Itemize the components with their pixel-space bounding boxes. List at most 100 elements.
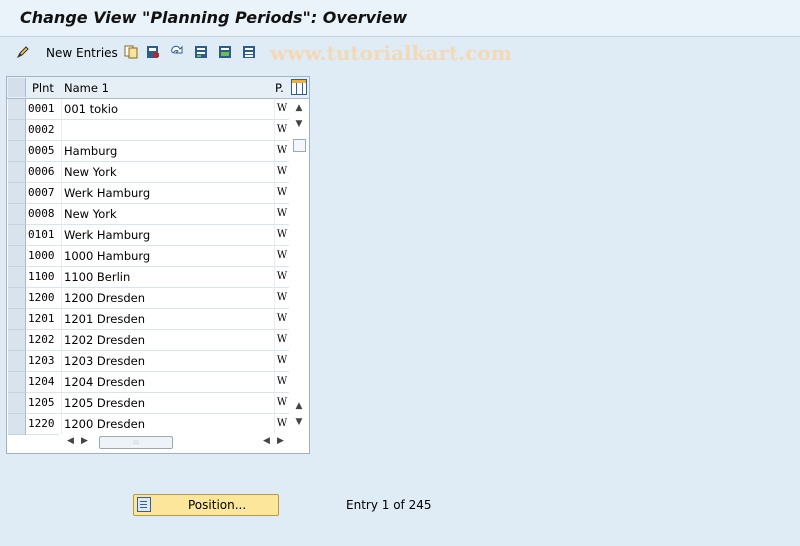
name-cell[interactable]: 1205 Dresden	[61, 393, 276, 414]
horizontal-scroll-thumb[interactable]: :::	[99, 436, 173, 449]
scroll-down-icon[interactable]: ▼	[294, 119, 304, 129]
table-row[interactable]: 1201 1201 Dresden W	[7, 309, 291, 330]
name-cell[interactable]: 1201 Dresden	[61, 309, 276, 330]
plant-cell: 1204	[26, 372, 61, 393]
position-button[interactable]: Position...	[133, 494, 279, 516]
table-row[interactable]: 0005 Hamburg W	[7, 141, 291, 162]
row-selector[interactable]	[8, 204, 26, 225]
period-cell[interactable]: W	[274, 393, 289, 414]
row-selector[interactable]	[8, 162, 26, 183]
name-cell[interactable]: 1203 Dresden	[61, 351, 276, 372]
copy-icon[interactable]	[124, 45, 138, 59]
plant-cell: 0006	[26, 162, 61, 183]
scroll-left-icon[interactable]: ◀	[67, 436, 74, 446]
table-row[interactable]: 0008 New York W	[7, 204, 291, 225]
name-cell[interactable]: 1000 Hamburg	[61, 246, 276, 267]
plant-cell: 0008	[26, 204, 61, 225]
deselect-all-icon[interactable]	[242, 45, 256, 59]
name-cell[interactable]: Werk Hamburg	[61, 225, 276, 246]
name-cell[interactable]: 1200 Dresden	[61, 414, 276, 435]
period-cell[interactable]: W	[274, 246, 289, 267]
column-header-period[interactable]: P.	[275, 81, 284, 95]
row-selector[interactable]	[8, 183, 26, 204]
select-all-rows-cell[interactable]	[8, 78, 26, 97]
period-cell[interactable]: W	[274, 141, 289, 162]
table-row[interactable]: 1204 1204 Dresden W	[7, 372, 291, 393]
name-cell[interactable]: 1204 Dresden	[61, 372, 276, 393]
table-row[interactable]: 1202 1202 Dresden W	[7, 330, 291, 351]
page-down-icon[interactable]: ▼	[294, 417, 304, 427]
select-block-icon[interactable]	[218, 45, 232, 59]
name-cell[interactable]: Hamburg	[61, 141, 276, 162]
name-cell[interactable]: New York	[61, 162, 276, 183]
plant-cell: 1201	[26, 309, 61, 330]
period-cell[interactable]: W	[274, 288, 289, 309]
period-cell[interactable]: W	[274, 351, 289, 372]
edit-pencil-icon[interactable]	[16, 45, 30, 59]
row-selector[interactable]	[8, 99, 26, 120]
table-row[interactable]: 1203 1203 Dresden W	[7, 351, 291, 372]
table-row[interactable]: 1205 1205 Dresden W	[7, 393, 291, 414]
horizontal-scrollbar[interactable]: ◀ ▶ ::: ◀ ▶	[59, 434, 291, 450]
period-cell[interactable]: W	[274, 330, 289, 351]
row-selector[interactable]	[8, 330, 26, 351]
table-row[interactable]: 0007 Werk Hamburg W	[7, 183, 291, 204]
plant-cell: 1202	[26, 330, 61, 351]
scroll-right-icon[interactable]: ▶	[81, 436, 88, 446]
period-cell[interactable]: W	[274, 309, 289, 330]
planning-periods-table: Plnt Name 1 P. 0001 001 tokio W 0002 W 0005 Ha…	[6, 76, 310, 454]
name-cell[interactable]: 1100 Berlin	[61, 267, 276, 288]
period-cell[interactable]: W	[274, 162, 289, 183]
column-scroll-right-icon[interactable]: ▶	[277, 436, 284, 446]
period-cell[interactable]: W	[274, 267, 289, 288]
row-selector[interactable]	[8, 288, 26, 309]
table-row[interactable]: 1100 1100 Berlin W	[7, 267, 291, 288]
table-row[interactable]: 1220 1200 Dresden W	[7, 414, 291, 435]
row-selector[interactable]	[8, 141, 26, 162]
period-cell[interactable]: W	[274, 204, 289, 225]
page-up-icon[interactable]: ▲	[294, 401, 304, 411]
row-selector[interactable]	[8, 372, 26, 393]
name-cell[interactable]: New York	[61, 204, 276, 225]
name-cell[interactable]	[61, 120, 276, 141]
table-settings-icon[interactable]	[291, 79, 307, 95]
table-row[interactable]: 0006 New York W	[7, 162, 291, 183]
undo-icon[interactable]	[170, 45, 184, 59]
name-cell[interactable]: 001 tokio	[61, 99, 276, 120]
table-row[interactable]: 1200 1200 Dresden W	[7, 288, 291, 309]
plant-cell: 1220	[26, 414, 61, 435]
column-header-plnt[interactable]: Plnt	[32, 81, 54, 95]
table-row[interactable]: 0002 W	[7, 120, 291, 141]
period-cell[interactable]: W	[274, 99, 289, 120]
select-all-icon[interactable]	[194, 45, 208, 59]
table-row[interactable]: 0001 001 tokio W	[7, 99, 291, 120]
table-row[interactable]: 1000 1000 Hamburg W	[7, 246, 291, 267]
name-cell[interactable]: 1202 Dresden	[61, 330, 276, 351]
period-cell[interactable]: W	[274, 372, 289, 393]
name-cell[interactable]: 1200 Dresden	[61, 288, 276, 309]
row-selector[interactable]	[8, 309, 26, 330]
row-selector[interactable]	[8, 120, 26, 141]
delete-icon[interactable]	[146, 45, 160, 59]
row-selector[interactable]	[8, 414, 26, 435]
column-header-name[interactable]: Name 1	[64, 81, 109, 95]
table-row[interactable]: 0101 Werk Hamburg W	[7, 225, 291, 246]
vertical-scrollbar[interactable]: ▲ ▼ ▲ ▼	[291, 99, 307, 433]
row-selector[interactable]	[8, 267, 26, 288]
row-selector[interactable]	[8, 246, 26, 267]
period-cell[interactable]: W	[274, 183, 289, 204]
scroll-thumb[interactable]	[293, 139, 306, 152]
entry-count: Entry 1 of 245	[346, 498, 432, 512]
period-cell[interactable]: W	[274, 414, 289, 435]
row-selector[interactable]	[8, 393, 26, 414]
column-scroll-left-icon[interactable]: ◀	[263, 436, 270, 446]
new-entries-button[interactable]: New Entries	[46, 46, 118, 60]
name-cell[interactable]: Werk Hamburg	[61, 183, 276, 204]
row-selector[interactable]	[8, 351, 26, 372]
period-cell[interactable]: W	[274, 120, 289, 141]
period-cell[interactable]: W	[274, 225, 289, 246]
row-selector[interactable]	[8, 225, 26, 246]
plant-cell: 1000	[26, 246, 61, 267]
plant-cell: 1205	[26, 393, 61, 414]
scroll-up-icon[interactable]: ▲	[294, 103, 304, 113]
